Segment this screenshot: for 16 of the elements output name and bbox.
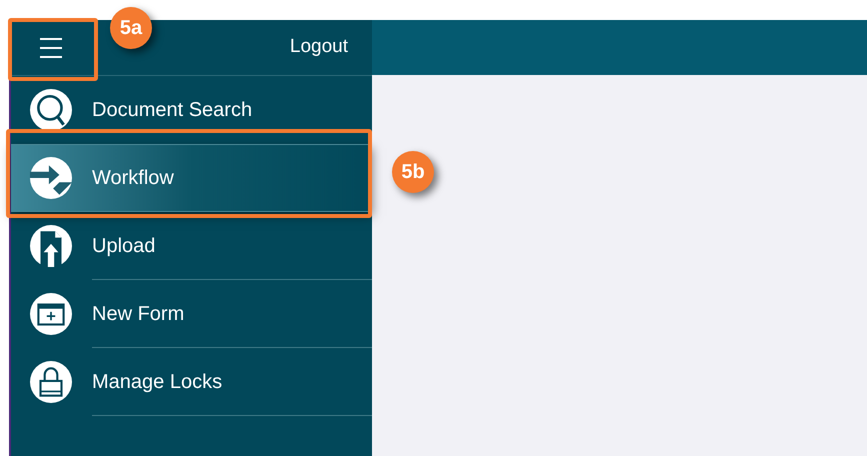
menu-item[interactable]: New Form (11, 280, 372, 348)
arrows-icon (30, 157, 72, 199)
padlock-icon (30, 361, 72, 403)
menu-item[interactable]: Manage Locks (11, 348, 372, 416)
menu-item-label: Upload (92, 234, 156, 259)
magnifier-icon (30, 89, 72, 131)
menu-item-label: Workflow (92, 166, 174, 191)
menu-item[interactable]: Upload (11, 212, 372, 280)
step-badge: 5a (110, 7, 152, 49)
file-upload-icon (30, 225, 72, 267)
menu-item-label: Document Search (92, 98, 252, 123)
logout-button[interactable]: Logout (290, 33, 348, 62)
menu-item[interactable]: Document Search (11, 76, 372, 144)
menu-item-label: Manage Locks (92, 370, 222, 395)
form-plus-icon (30, 293, 72, 335)
menu-item-label: New Form (92, 302, 184, 327)
